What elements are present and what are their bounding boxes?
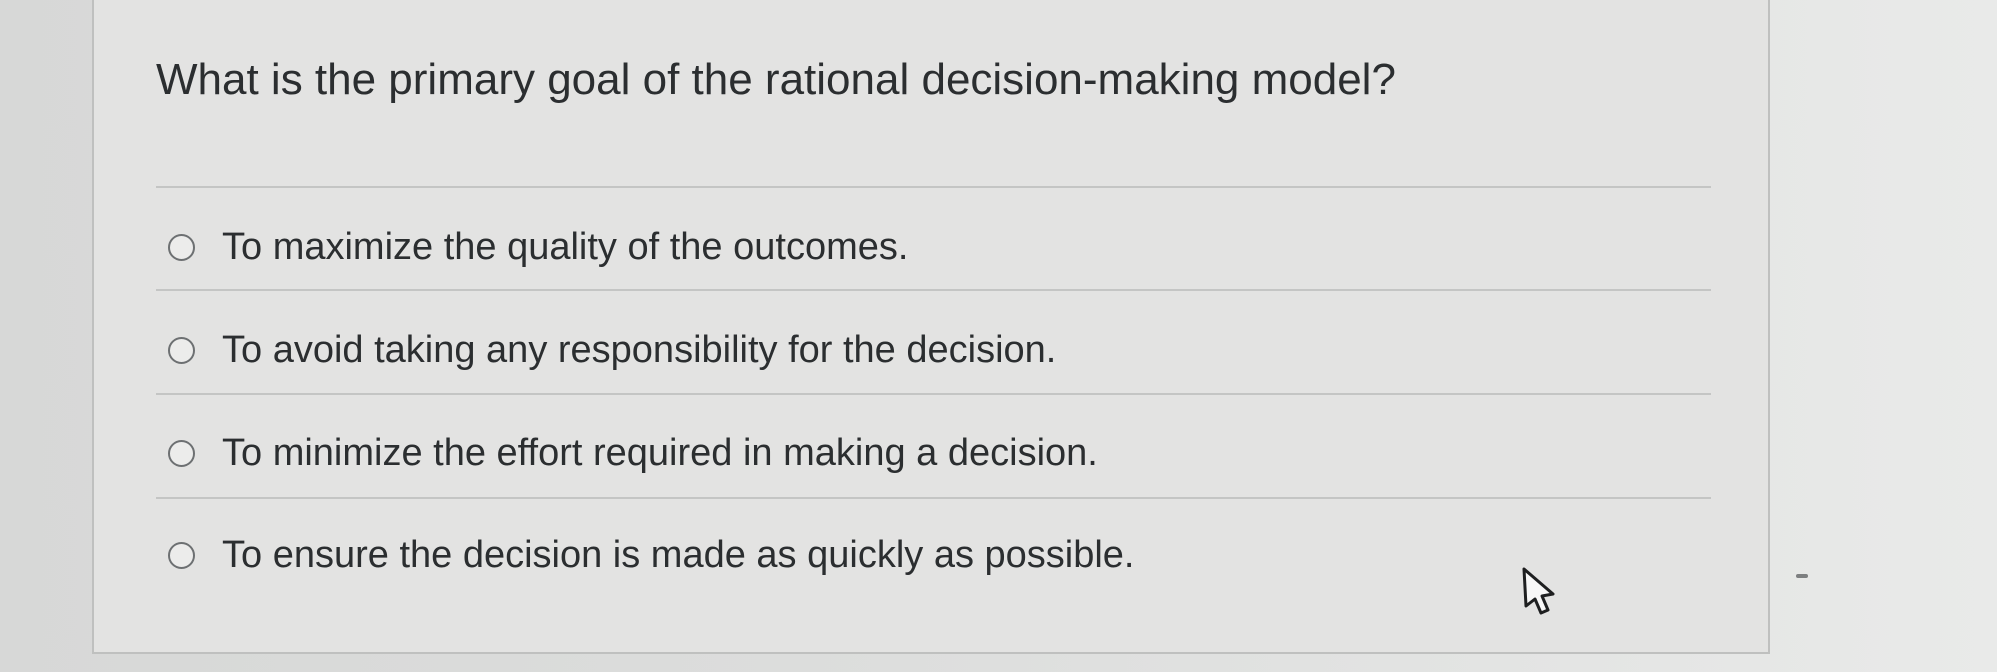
radio-button-icon[interactable]: [168, 233, 195, 261]
screen-speck: [1796, 574, 1808, 578]
answer-option[interactable]: To ensure the decision is made as quickl…: [168, 522, 1648, 588]
radio-button-icon[interactable]: [168, 336, 195, 364]
answer-option[interactable]: To avoid taking any responsibility for t…: [168, 317, 1648, 383]
question-text: What is the primary goal of the rational…: [156, 55, 1396, 104]
answer-divider: [156, 393, 1711, 395]
answer-divider: [156, 186, 1711, 188]
answer-option[interactable]: To maximize the quality of the outcomes.: [168, 214, 1648, 280]
answer-divider: [156, 289, 1711, 291]
radio-button-icon[interactable]: [168, 541, 195, 569]
question-card: What is the primary goal of the rational…: [92, 0, 1770, 654]
answer-option-label: To maximize the quality of the outcomes.: [222, 226, 909, 268]
radio-button-icon[interactable]: [168, 439, 195, 467]
answer-option-label: To avoid taking any responsibility for t…: [222, 329, 1057, 371]
answer-option[interactable]: To minimize the effort required in makin…: [168, 420, 1648, 486]
answer-option-label: To ensure the decision is made as quickl…: [222, 534, 1135, 576]
answer-divider: [156, 497, 1711, 499]
mouse-pointer-icon: [1522, 567, 1555, 615]
answer-option-label: To minimize the effort required in makin…: [222, 432, 1098, 474]
